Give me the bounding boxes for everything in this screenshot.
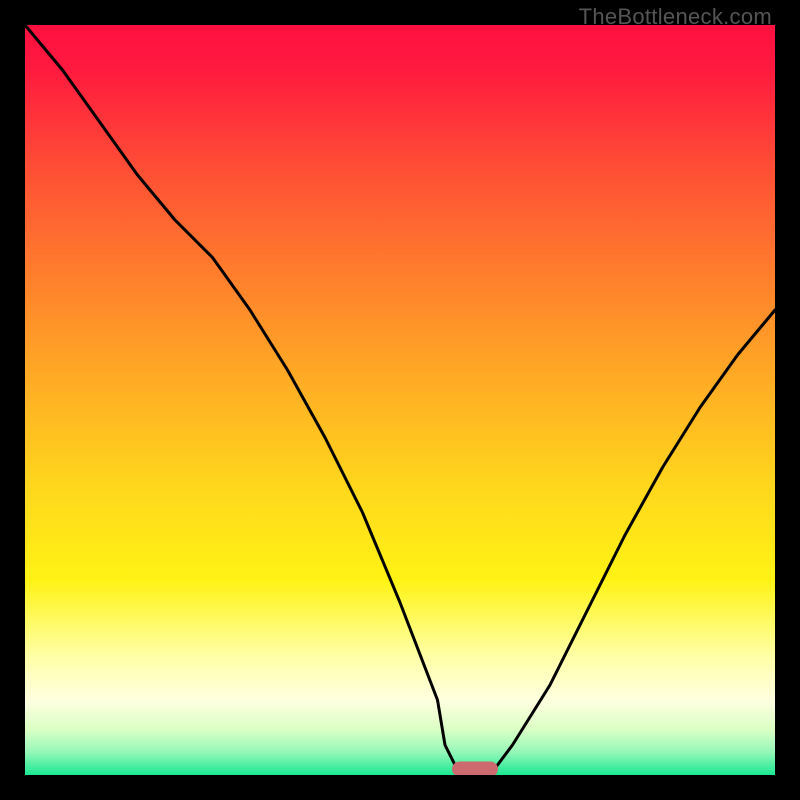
bottleneck-curve (25, 25, 775, 775)
chart-frame: TheBottleneck.com (0, 0, 800, 800)
optimum-marker (452, 762, 498, 776)
plot-area (25, 25, 775, 775)
watermark-text: TheBottleneck.com (579, 4, 772, 30)
